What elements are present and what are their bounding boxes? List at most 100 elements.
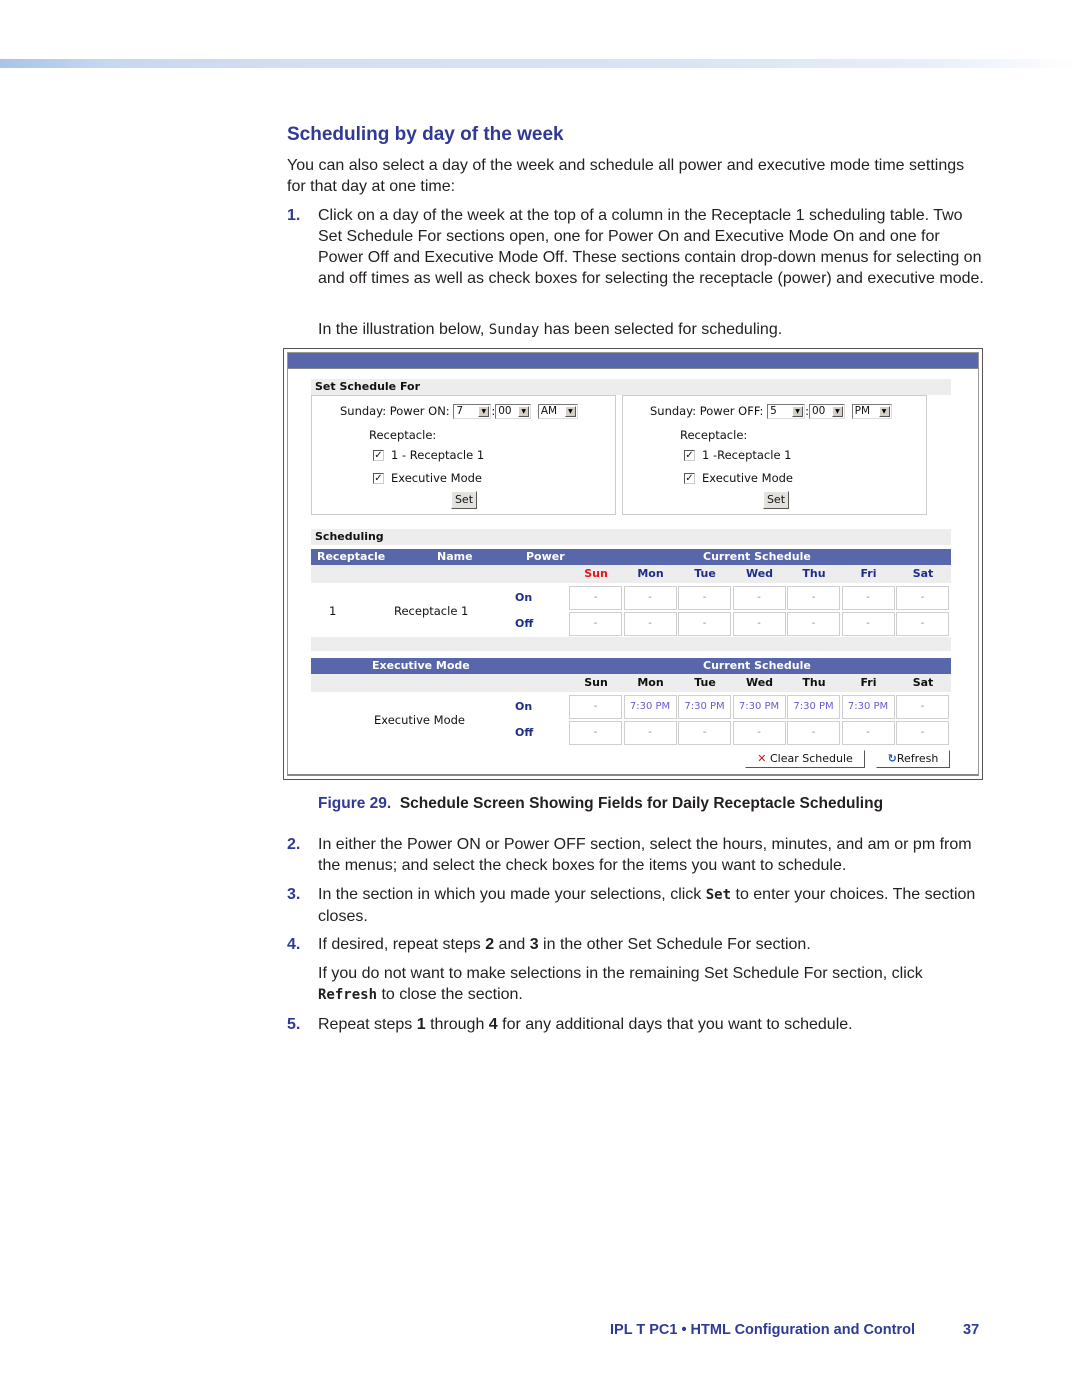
set-schedule-title: Set Schedule For (311, 379, 951, 395)
ampm-select[interactable]: AM ▼ (537, 404, 578, 419)
hour-select[interactable]: 7 ▼ (453, 404, 492, 419)
on-cell-6[interactable]: - (896, 586, 949, 610)
step-text: In the section in which you made your se… (318, 886, 976, 925)
hour-select[interactable]: 5 ▼ (767, 404, 806, 419)
minute-select[interactable]: 00 ▼ (808, 404, 845, 419)
day-header-sun[interactable]: Sun (569, 565, 623, 583)
off-cell-2[interactable]: - (678, 721, 731, 745)
day-header-wed[interactable]: Wed (733, 565, 787, 583)
on-cell-4[interactable]: - (787, 586, 840, 610)
page-number: 37 (963, 1322, 980, 1338)
on-cell-3[interactable]: 7:30 PM (732, 695, 786, 719)
receptacle-1-checkbox[interactable]: ✓ (373, 450, 384, 461)
off-cell-2[interactable]: - (678, 612, 731, 636)
spacer-strip (311, 637, 951, 651)
receptacle-name: Receptacle 1 (394, 604, 469, 618)
step-number: 3. (287, 886, 301, 903)
receptacle-table-header: Receptacle Name Power Current Schedule (311, 549, 951, 565)
off-cell-0[interactable]: - (569, 721, 622, 745)
on-cell-5[interactable]: 7:30 PM (841, 695, 895, 719)
off-cell-4[interactable]: - (787, 612, 840, 636)
on-cell-5[interactable]: - (841, 586, 895, 610)
power-on-label: Sunday: Power ON: (340, 404, 450, 418)
footer-title: IPL T PC1 • HTML Configuration and Contr… (610, 1322, 915, 1338)
day-header-wed[interactable]: Wed (733, 674, 787, 692)
day-header-sat[interactable]: Sat (896, 565, 950, 583)
day-header-tue[interactable]: Tue (678, 565, 732, 583)
col-current-schedule: Current Schedule (703, 550, 811, 563)
day-header-mon[interactable]: Mon (624, 565, 678, 583)
exec-day-headers: Sun Mon Tue Wed Thu Fri Sat (311, 674, 951, 692)
header-gradient-bar (0, 59, 1080, 68)
on-label: On (515, 591, 533, 604)
dropdown-arrow-icon: ▼ (792, 406, 804, 417)
minute-select[interactable]: 00 ▼ (495, 404, 532, 419)
day-header-fri[interactable]: Fri (842, 674, 896, 692)
col-name: Name (437, 550, 473, 563)
receptacle-1-checkbox[interactable]: ✓ (684, 450, 695, 461)
clear-schedule-button[interactable]: ✕ Clear Schedule (745, 750, 865, 768)
dropdown-arrow-icon: ▼ (878, 406, 890, 417)
off-cell-3[interactable]: - (732, 721, 786, 745)
exec-table-header: Executive Mode Current Schedule (311, 658, 951, 674)
scheduling-title: Scheduling (311, 529, 951, 545)
code-set: Set (705, 887, 732, 903)
intro-paragraph: You can also select a day of the week an… (287, 157, 965, 195)
step-text: If desired, repeat steps 2 and 3 in the … (318, 936, 811, 953)
on-cell-6[interactable]: - (896, 695, 949, 719)
clear-icon: ✕ (757, 752, 767, 765)
dropdown-arrow-icon: ▼ (831, 406, 843, 417)
receptacle-day-headers: Sun Mon Tue Wed Thu Fri Sat (311, 565, 951, 583)
step-4-note: If you do not want to make selections in… (318, 965, 923, 1003)
ampm-select[interactable]: PM ▼ (851, 404, 892, 419)
on-cell-4[interactable]: 7:30 PM (787, 695, 840, 719)
on-cell-1[interactable]: - (623, 586, 677, 610)
day-header-mon[interactable]: Mon (624, 674, 678, 692)
day-header-fri[interactable]: Fri (842, 565, 896, 583)
on-cell-1[interactable]: 7:30 PM (623, 695, 677, 719)
off-cell-4[interactable]: - (787, 721, 840, 745)
power-off-label: Sunday: Power OFF: (650, 404, 764, 418)
col-executive-mode: Executive Mode (372, 659, 470, 672)
off-cell-6[interactable]: - (896, 721, 949, 745)
on-cell-2[interactable]: - (678, 586, 731, 610)
refresh-icon: ↻ (887, 752, 897, 765)
off-cell-5[interactable]: - (841, 612, 895, 636)
off-cell-3[interactable]: - (732, 612, 786, 636)
off-cell-5[interactable]: - (841, 721, 895, 745)
col-current-schedule: Current Schedule (703, 659, 811, 672)
off-cell-1[interactable]: - (623, 721, 677, 745)
day-header-thu[interactable]: Thu (787, 674, 841, 692)
step-text: Repeat steps 1 through 4 for any additio… (318, 1016, 853, 1033)
day-header-sun[interactable]: Sun (569, 674, 623, 692)
dropdown-arrow-icon: ▼ (518, 406, 530, 417)
off-cell-1[interactable]: - (623, 612, 677, 636)
off-cell-6[interactable]: - (896, 612, 949, 636)
on-cell-0[interactable]: - (569, 586, 622, 610)
figure-title: Schedule Screen Showing Fields for Daily… (399, 795, 884, 812)
code-sunday: Sunday (488, 322, 540, 338)
code-refresh: Refresh (318, 987, 378, 1003)
off-cell-0[interactable]: - (569, 612, 622, 636)
off-label: Off (515, 726, 534, 739)
day-header-thu[interactable]: Thu (787, 565, 841, 583)
power-on-panel: Sunday: Power ON: 7 ▼:00 ▼ AM ▼ Receptacle:… (311, 395, 616, 515)
receptacle-label: Receptacle: (680, 428, 748, 442)
on-cell-2[interactable]: 7:30 PM (678, 695, 731, 719)
set-on-button[interactable]: Set (451, 491, 477, 509)
schedule-screenshot: Set Schedule For Sunday: Power ON: 7 ▼:00… (283, 348, 983, 780)
figure-caption: Figure 29. Schedule Screen Showing Field… (318, 795, 883, 813)
on-cell-3[interactable]: - (732, 586, 786, 610)
on-cell-0[interactable]: - (569, 695, 622, 719)
exec-mode-name: Executive Mode (374, 713, 465, 727)
step-text: Click on a day of the week at the top of… (318, 207, 984, 287)
set-off-button[interactable]: Set (763, 491, 789, 509)
on-label: On (515, 700, 533, 713)
executive-mode-checkbox[interactable]: ✓ (373, 473, 384, 484)
executive-mode-checkbox[interactable]: ✓ (684, 473, 695, 484)
col-receptacle: Receptacle (317, 550, 386, 563)
day-header-tue[interactable]: Tue (678, 674, 732, 692)
refresh-button[interactable]: ↻Refresh (876, 750, 950, 768)
step-number: 4. (287, 936, 301, 953)
day-header-sat[interactable]: Sat (896, 674, 950, 692)
